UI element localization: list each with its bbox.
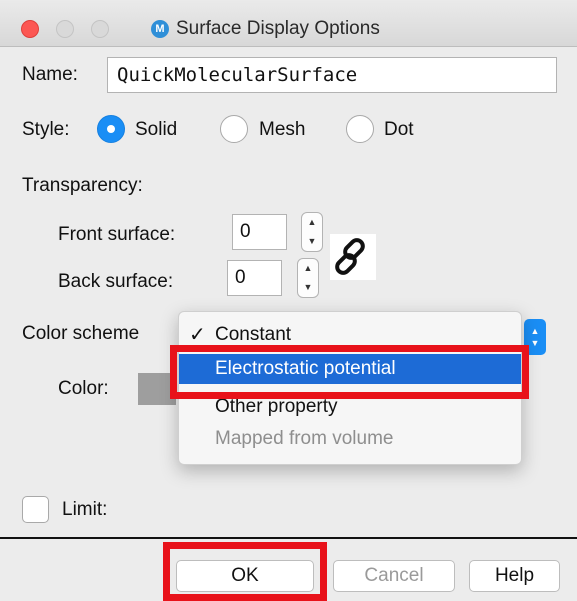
window-title: Surface Display Options: [176, 18, 380, 39]
menu-item-mapped-from-volume: Mapped from volume: [179, 424, 521, 454]
zoom-window-button[interactable]: [91, 20, 109, 38]
name-label: Name:: [22, 64, 78, 85]
color-swatch[interactable]: [138, 373, 176, 405]
menu-item-electrostatic-potential[interactable]: Electrostatic potential: [179, 354, 521, 384]
button-bar-divider: [0, 537, 577, 539]
back-surface-input[interactable]: 0: [227, 260, 282, 296]
minimize-window-button[interactable]: [56, 20, 74, 38]
menu-item-label: Other property: [215, 396, 338, 417]
menu-item-constant[interactable]: ✓ Constant: [179, 320, 521, 350]
back-surface-decrement[interactable]: ▼: [298, 278, 318, 297]
ok-button[interactable]: OK: [176, 560, 314, 592]
color-scheme-popup-arrows-icon[interactable]: ▲ ▼: [524, 319, 546, 355]
app-icon: M: [151, 20, 169, 38]
cancel-button[interactable]: Cancel: [333, 560, 455, 592]
style-dot-radio[interactable]: [346, 115, 374, 143]
style-solid-label[interactable]: Solid: [135, 119, 177, 141]
title-bar: M Surface Display Options: [0, 0, 577, 47]
back-surface-stepper[interactable]: ▲ ▼: [297, 258, 319, 298]
name-input[interactable]: QuickMolecularSurface: [107, 57, 557, 93]
chain-link-icon[interactable]: [330, 234, 376, 280]
front-surface-stepper[interactable]: ▲ ▼: [301, 212, 323, 252]
style-dot-label[interactable]: Dot: [384, 119, 414, 141]
color-scheme-label: Color scheme: [22, 323, 140, 344]
back-surface-increment[interactable]: ▲: [298, 259, 318, 278]
front-surface-input[interactable]: 0: [232, 214, 287, 250]
close-window-button[interactable]: [21, 20, 39, 38]
checkmark-icon: ✓: [189, 324, 206, 346]
menu-item-label: Constant: [215, 324, 292, 345]
menu-item-label: Electrostatic potential: [215, 358, 396, 379]
front-surface-decrement[interactable]: ▼: [302, 232, 322, 251]
surface-display-options-dialog: M Surface Display Options Name: QuickMol…: [0, 0, 577, 601]
menu-item-other-property[interactable]: Other property: [179, 392, 521, 422]
style-solid-radio[interactable]: [97, 115, 125, 143]
transparency-label: Transparency:: [22, 175, 143, 196]
style-mesh-label[interactable]: Mesh: [259, 119, 305, 141]
front-surface-label: Front surface:: [58, 224, 176, 245]
front-surface-increment[interactable]: ▲: [302, 213, 322, 232]
color-scheme-menu: ✓ Constant Electrostatic potential Other…: [178, 311, 522, 465]
style-label: Style:: [22, 119, 70, 140]
back-surface-label: Back surface:: [58, 271, 174, 292]
color-label: Color:: [58, 378, 109, 399]
limit-checkbox[interactable]: [22, 496, 49, 523]
menu-item-label: Mapped from volume: [215, 428, 394, 449]
style-mesh-radio[interactable]: [220, 115, 248, 143]
help-button[interactable]: Help: [469, 560, 560, 592]
limit-label[interactable]: Limit:: [62, 499, 107, 521]
